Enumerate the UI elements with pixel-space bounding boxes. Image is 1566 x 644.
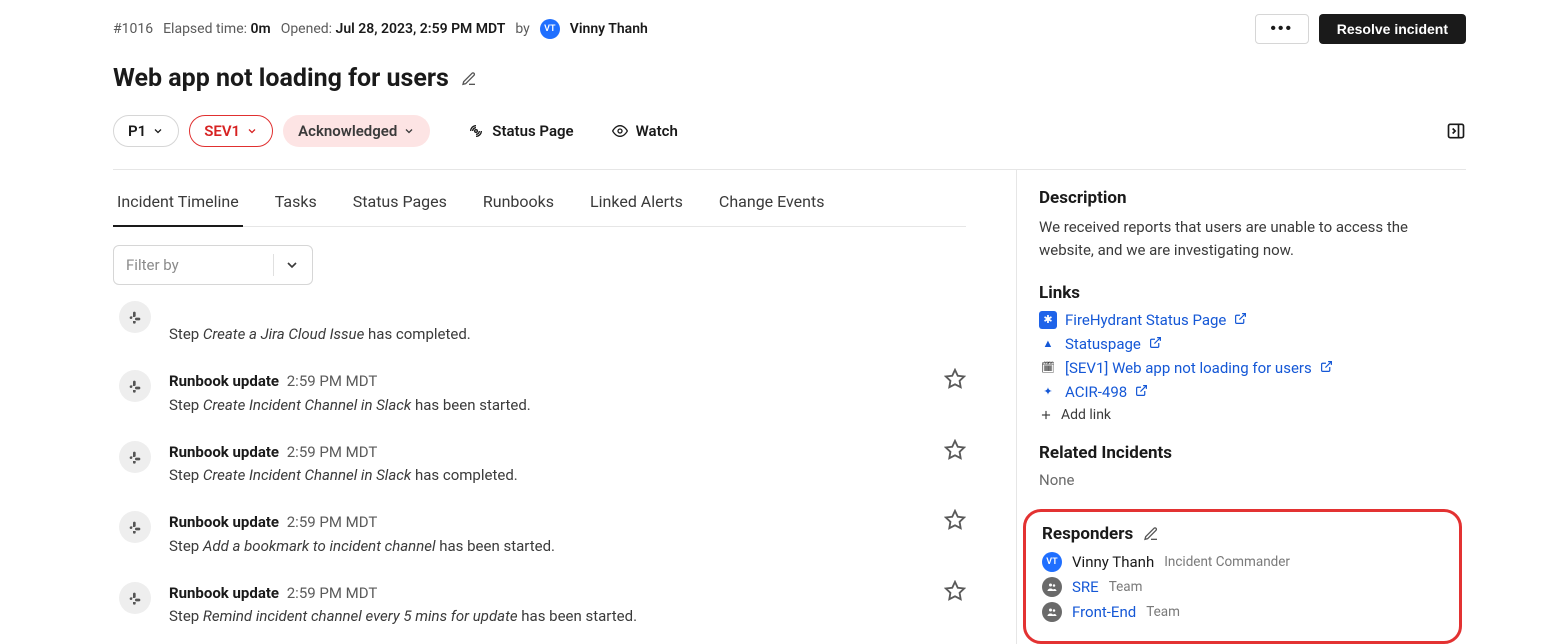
broadcast-icon <box>468 123 484 139</box>
timeline-title: Runbook update <box>169 372 279 390</box>
timeline-item: Runbook update 2:59 PM MDT Step Create In… <box>113 358 966 429</box>
author-avatar: VT <box>540 19 560 39</box>
link-item: ✱ FireHydrant Status Page <box>1039 311 1466 329</box>
related-incidents-heading: Related Incidents <box>1039 443 1466 463</box>
timeline-time: 2:59 PM MDT <box>283 372 377 390</box>
timeline-time: 2:59 PM MDT <box>283 584 377 602</box>
timeline-description: Step Create Incident Channel in Slack ha… <box>169 466 518 484</box>
status-page-link[interactable]: Status Page <box>468 122 573 140</box>
timeline-time: 2:59 PM MDT <box>283 443 377 461</box>
link-item: 🗓 [SEV1] Web app not loading for users <box>1039 359 1466 377</box>
chevron-down-icon <box>284 257 300 273</box>
responder-role: Team <box>1146 604 1180 620</box>
timeline-description: Step Remind incident channel every 5 min… <box>169 607 637 625</box>
slack-icon <box>119 370 151 402</box>
incident-id: #1016 <box>113 21 153 37</box>
tab-tasks[interactable]: Tasks <box>271 178 321 226</box>
chevron-down-icon <box>403 125 415 137</box>
external-link[interactable]: Statuspage <box>1065 335 1141 353</box>
responder-item: VT Vinny Thanh Incident Commander <box>1042 552 1443 572</box>
link-icon: ✦ <box>1039 383 1057 401</box>
slack-icon <box>119 441 151 473</box>
elapsed-label: Elapsed time: 0m <box>163 21 271 37</box>
timeline-item: Runbook update 2:59 PM MDT Step Add a boo… <box>113 499 966 570</box>
slack-icon <box>119 301 151 333</box>
team-icon <box>1042 577 1062 597</box>
status-pill[interactable]: Acknowledged <box>283 115 430 147</box>
external-link-icon[interactable] <box>1234 311 1247 329</box>
chevron-down-icon <box>246 125 258 137</box>
timeline-description: Step Add a bookmark to incident channel … <box>169 537 555 555</box>
responder-team-link[interactable]: SRE <box>1072 578 1099 596</box>
plus-icon <box>1039 408 1053 422</box>
timeline-title: Runbook update <box>169 443 279 461</box>
by-label: by <box>515 21 529 37</box>
panel-toggle-icon[interactable] <box>1446 121 1466 141</box>
external-link[interactable]: [SEV1] Web app not loading for users <box>1065 359 1312 377</box>
responder-item: Front-End Team <box>1042 602 1443 622</box>
link-item: ▲ Statuspage <box>1039 335 1466 353</box>
responder-role: Incident Commander <box>1164 554 1290 570</box>
star-icon[interactable] <box>944 368 966 390</box>
link-item: ✦ ACIR-498 <box>1039 383 1466 401</box>
edit-responders-icon[interactable] <box>1143 526 1159 542</box>
star-icon[interactable] <box>944 509 966 531</box>
author-name: Vinny Thanh <box>570 21 648 37</box>
responders-heading: Responders <box>1042 524 1133 544</box>
timeline-time: 2:59 PM MDT <box>283 513 377 531</box>
responders-section: Responders VT Vinny Thanh Incident Command… <box>1023 509 1462 644</box>
tab-status-pages[interactable]: Status Pages <box>349 178 451 226</box>
link-icon: ▲ <box>1039 335 1057 353</box>
opened-label: Opened: Jul 28, 2023, 2:59 PM MDT <box>281 21 506 37</box>
watch-link[interactable]: Watch <box>612 122 678 140</box>
timeline-item: Runbook update 2:59 PM MDT Step Remind in… <box>113 570 966 641</box>
more-actions-button[interactable]: ••• <box>1255 14 1309 44</box>
user-avatar: VT <box>1042 552 1062 572</box>
filter-dropdown[interactable]: Filter by <box>113 245 313 285</box>
external-link-icon[interactable] <box>1320 359 1333 377</box>
page-title: Web app not loading for users <box>113 64 449 93</box>
chevron-down-icon <box>152 125 164 137</box>
tab-runbooks[interactable]: Runbooks <box>479 178 558 226</box>
timeline-item: Step Create a Jira Cloud Issue has compl… <box>113 299 966 358</box>
severity-pill[interactable]: SEV1 <box>189 115 273 147</box>
description-heading: Description <box>1039 188 1466 208</box>
timeline-description: Step Create Incident Channel in Slack ha… <box>169 396 531 414</box>
external-link[interactable]: FireHydrant Status Page <box>1065 311 1226 329</box>
tabs: Incident Timeline Tasks Status Pages Runboo… <box>113 178 966 227</box>
timeline-item: Runbook update 2:59 PM MDT Step Create In… <box>113 429 966 500</box>
star-icon[interactable] <box>944 439 966 461</box>
timeline-title: Runbook update <box>169 513 279 531</box>
external-link[interactable]: ACIR-498 <box>1065 383 1127 401</box>
resolve-incident-button[interactable]: Resolve incident <box>1319 14 1466 44</box>
priority-pill[interactable]: P1 <box>113 115 179 147</box>
tab-incident-timeline[interactable]: Incident Timeline <box>113 178 243 227</box>
responder-name: Vinny Thanh <box>1072 553 1154 571</box>
timeline-title: Runbook update <box>169 584 279 602</box>
responder-role: Team <box>1109 579 1143 595</box>
slack-icon <box>119 511 151 543</box>
star-icon[interactable] <box>944 580 966 602</box>
team-icon <box>1042 602 1062 622</box>
link-icon: 🗓 <box>1039 359 1057 377</box>
tab-change-events[interactable]: Change Events <box>715 178 829 226</box>
responder-team-link[interactable]: Front-End <box>1072 603 1136 621</box>
description-text: We received reports that users are unabl… <box>1039 216 1466 263</box>
eye-icon <box>612 123 628 139</box>
edit-title-icon[interactable] <box>461 71 477 87</box>
external-link-icon[interactable] <box>1135 383 1148 401</box>
links-heading: Links <box>1039 283 1466 303</box>
add-link-button[interactable]: Add link <box>1039 407 1466 423</box>
responder-item: SRE Team <box>1042 577 1443 597</box>
tab-linked-alerts[interactable]: Linked Alerts <box>586 178 687 226</box>
slack-icon <box>119 582 151 614</box>
timeline-description: Step Create a Jira Cloud Issue has compl… <box>169 325 471 343</box>
related-incidents-none: None <box>1039 471 1466 489</box>
external-link-icon[interactable] <box>1149 335 1162 353</box>
link-icon: ✱ <box>1039 311 1057 329</box>
